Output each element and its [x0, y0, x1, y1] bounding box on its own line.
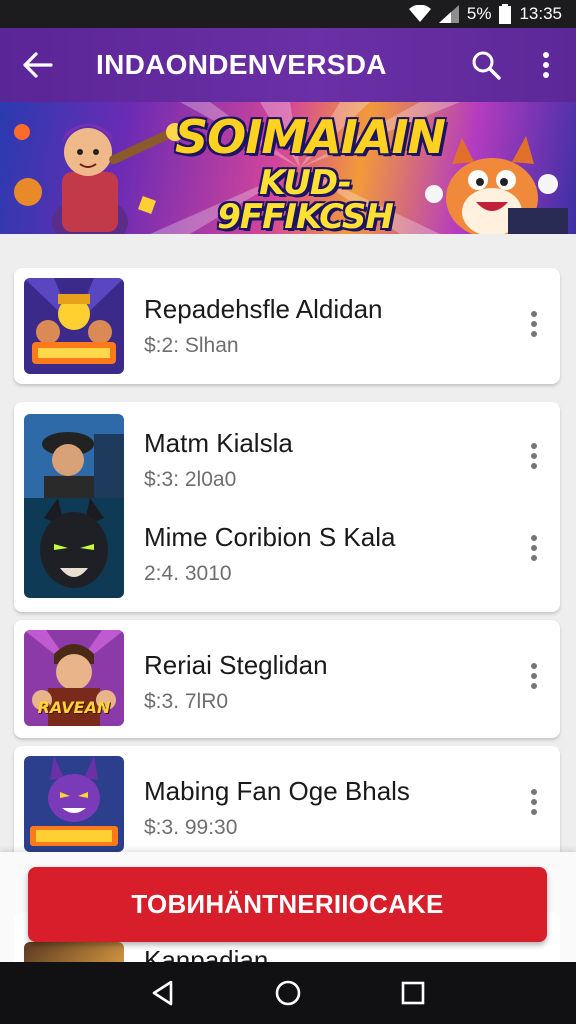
item-subtitle: $:2: Slhan	[144, 334, 239, 357]
list-card: Mabing Fan Oge Bhals $:3. 99:30	[14, 746, 560, 864]
list-card: RAVEAN Reriai Steglidan $:3. 7lR0	[14, 620, 560, 738]
item-thumbnail: RAVEAN	[24, 630, 124, 726]
list-card: Matm Kialsla $:3: 2l0a0 Mime Coribion S …	[14, 402, 560, 612]
clock: 13:35	[519, 4, 562, 23]
more-vert-icon	[543, 52, 549, 78]
item-thumbnail	[24, 414, 124, 498]
item-title: Mabing Fan Oge Bhals	[144, 776, 410, 806]
item-subtitle: $:3. 7lR0	[144, 690, 229, 713]
back-button[interactable]	[0, 28, 76, 102]
primary-action-button[interactable]: TOBИHÄNTNERIIOCAKE	[28, 867, 547, 942]
page-title: INDAONDENVERSDA	[96, 49, 387, 80]
more-vert-icon	[531, 663, 537, 689]
thumbnail-caption: RAVEAN	[37, 698, 111, 717]
banner-headline: SOIMAIAIN KUD-9FFIKCSH	[175, 110, 446, 234]
battery-percent: 5%	[466, 4, 492, 23]
overflow-menu-button[interactable]	[516, 28, 576, 102]
search-button[interactable]	[456, 28, 516, 102]
banner-headline-line2: KUD-9FFIKCSH	[217, 163, 394, 234]
nav-home-button[interactable]	[268, 973, 308, 1013]
list-item[interactable]: Repadehsfle Aldidan $:2: Slhan	[14, 276, 560, 376]
status-bar: 5% 13:35	[0, 0, 576, 28]
item-more-button[interactable]	[520, 782, 548, 822]
battery-icon	[499, 4, 512, 24]
list-item[interactable]: RAVEAN Reriai Steglidan $:3. 7lR0	[14, 628, 560, 728]
item-thumbnail	[24, 278, 124, 374]
item-thumbnail	[24, 756, 124, 852]
list-item[interactable]: Matm Kialsla $:3: 2l0a0	[14, 412, 560, 512]
item-more-button[interactable]	[520, 304, 548, 344]
more-vert-icon	[531, 443, 537, 469]
item-title: Repadehsfle Aldidan	[144, 294, 383, 324]
signal-icon	[438, 5, 459, 23]
item-more-button[interactable]	[520, 656, 548, 696]
nav-recents-button[interactable]	[393, 973, 433, 1013]
list-item[interactable]: Mime Coribion S Kala 2:4. 3010	[14, 498, 560, 598]
banner-headline-line1: SOIMAIAIN	[175, 110, 446, 164]
more-vert-icon	[531, 789, 537, 815]
triangle-back-icon	[152, 980, 172, 1006]
wifi-icon	[408, 5, 431, 23]
square-recents-icon	[402, 981, 425, 1005]
item-subtitle: $:3: 2l0a0	[144, 468, 237, 491]
nav-back-button[interactable]	[143, 973, 183, 1013]
more-vert-icon	[531, 311, 537, 337]
more-vert-icon	[531, 535, 537, 561]
search-icon	[472, 51, 501, 80]
item-thumbnail	[24, 498, 124, 598]
circle-home-icon	[275, 980, 301, 1006]
item-more-button[interactable]	[520, 528, 548, 568]
list-item[interactable]: Mabing Fan Oge Bhals $:3. 99:30	[14, 754, 560, 854]
arrow-left-icon	[23, 52, 53, 78]
item-title: Reriai Steglidan	[144, 650, 328, 680]
list-card: Repadehsfle Aldidan $:2: Slhan	[14, 268, 560, 384]
item-more-button[interactable]	[520, 436, 548, 476]
item-subtitle: 2:4. 3010	[144, 562, 232, 585]
app-bar: INDAONDENVERSDA	[0, 28, 576, 102]
screen: 5% 13:35 INDAONDENVERSDA SOIMAIAIN KUD-9…	[0, 0, 576, 1024]
hero-character-art	[14, 123, 184, 234]
item-title: Mime Coribion S Kala	[144, 522, 396, 552]
item-title: Matm Kialsla	[144, 428, 293, 458]
item-subtitle: $:3. 99:30	[144, 816, 238, 839]
promo-banner[interactable]: SOIMAIAIN KUD-9FFIKCSH	[0, 102, 576, 234]
system-nav-bar	[0, 962, 576, 1024]
